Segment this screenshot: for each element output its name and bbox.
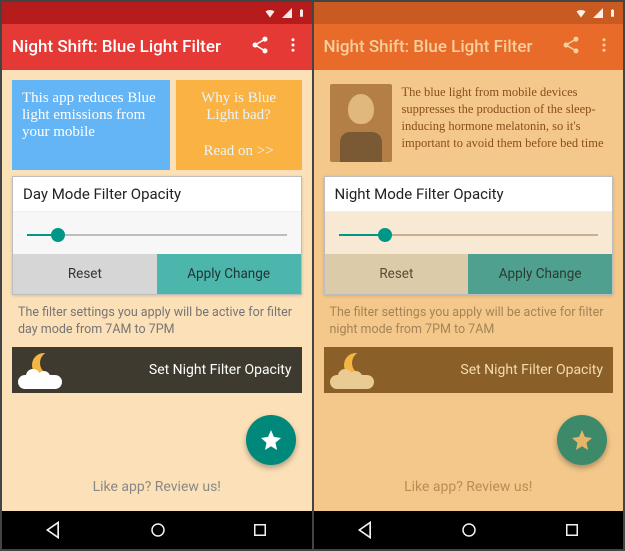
- info-orange-title: Why is Blue Light bad?: [186, 90, 292, 124]
- app-bar: Night Shift: Blue Light Filter: [314, 24, 624, 70]
- content: This app reduces Blue light emissions fr…: [2, 70, 312, 511]
- nav-recent-icon[interactable]: [563, 521, 581, 539]
- fab-star[interactable]: [246, 415, 296, 465]
- star-icon: [259, 428, 283, 452]
- slider-area: [325, 212, 613, 254]
- signal-icon: [281, 7, 293, 19]
- overflow-icon[interactable]: [595, 35, 613, 60]
- apply-button[interactable]: Apply Change: [157, 254, 301, 294]
- reset-button[interactable]: Reset: [325, 254, 469, 294]
- slider-area: [13, 212, 301, 254]
- nav-recent-icon[interactable]: [251, 521, 269, 539]
- android-nav: [2, 511, 312, 549]
- opacity-slider[interactable]: [27, 234, 287, 236]
- review-footer[interactable]: Like app? Review us!: [324, 469, 614, 501]
- phone-left: Night Shift: Blue Light Filter This app …: [2, 2, 312, 549]
- apply-button[interactable]: Apply Change: [468, 254, 612, 294]
- opacity-card: Day Mode Filter Opacity Reset Apply Chan…: [12, 176, 302, 295]
- info-card-blue: This app reduces Blue light emissions fr…: [12, 80, 170, 170]
- button-row: Reset Apply Change: [325, 254, 613, 294]
- share-icon[interactable]: [561, 35, 581, 60]
- nav-back-icon[interactable]: [356, 520, 376, 540]
- cloud-icon: [18, 375, 62, 389]
- nav-back-icon[interactable]: [44, 520, 64, 540]
- android-nav: [314, 511, 624, 549]
- phone-right: Night Shift: Blue Light Filter The blue …: [312, 2, 624, 549]
- wifi-icon: [263, 7, 277, 19]
- hint-text: The filter settings you apply will be ac…: [12, 295, 302, 347]
- share-icon[interactable]: [250, 35, 270, 60]
- app-title: Night Shift: Blue Light Filter: [12, 37, 236, 57]
- info-row: This app reduces Blue light emissions fr…: [12, 80, 302, 170]
- status-bar: [2, 2, 312, 24]
- card-title: Night Mode Filter Opacity: [325, 177, 613, 212]
- quote-text: The blue light from mobile devices suppr…: [402, 84, 608, 166]
- info-orange-link: Read on >>: [186, 143, 292, 160]
- status-bar: [314, 2, 624, 24]
- card-title: Day Mode Filter Opacity: [13, 177, 301, 212]
- hint-text: The filter settings you apply will be ac…: [324, 295, 614, 347]
- star-icon: [570, 428, 594, 452]
- wifi-icon: [574, 7, 588, 19]
- night-filter-bar[interactable]: Set Night Filter Opacity: [12, 347, 302, 393]
- app-title: Night Shift: Blue Light Filter: [324, 37, 548, 57]
- info-card-orange[interactable]: Why is Blue Light bad? Read on >>: [176, 80, 302, 170]
- signal-icon: [592, 7, 604, 19]
- battery-icon: [297, 6, 306, 20]
- battery-icon: [608, 6, 617, 20]
- opacity-slider[interactable]: [339, 234, 599, 236]
- night-bar-label: Set Night Filter Opacity: [460, 362, 603, 378]
- content: The blue light from mobile devices suppr…: [314, 70, 624, 511]
- cloud-icon: [330, 375, 374, 389]
- overflow-icon[interactable]: [284, 35, 302, 60]
- night-filter-bar[interactable]: Set Night Filter Opacity: [324, 347, 614, 393]
- nav-home-icon[interactable]: [149, 521, 167, 539]
- nav-home-icon[interactable]: [460, 521, 478, 539]
- fab-star[interactable]: [557, 415, 607, 465]
- quote-row: The blue light from mobile devices suppr…: [324, 80, 614, 170]
- reset-button[interactable]: Reset: [13, 254, 157, 294]
- opacity-card: Night Mode Filter Opacity Reset Apply Ch…: [324, 176, 614, 295]
- review-footer[interactable]: Like app? Review us!: [12, 469, 302, 501]
- night-bar-label: Set Night Filter Opacity: [149, 362, 292, 378]
- button-row: Reset Apply Change: [13, 254, 301, 294]
- author-avatar: [330, 84, 392, 162]
- app-bar: Night Shift: Blue Light Filter: [2, 24, 312, 70]
